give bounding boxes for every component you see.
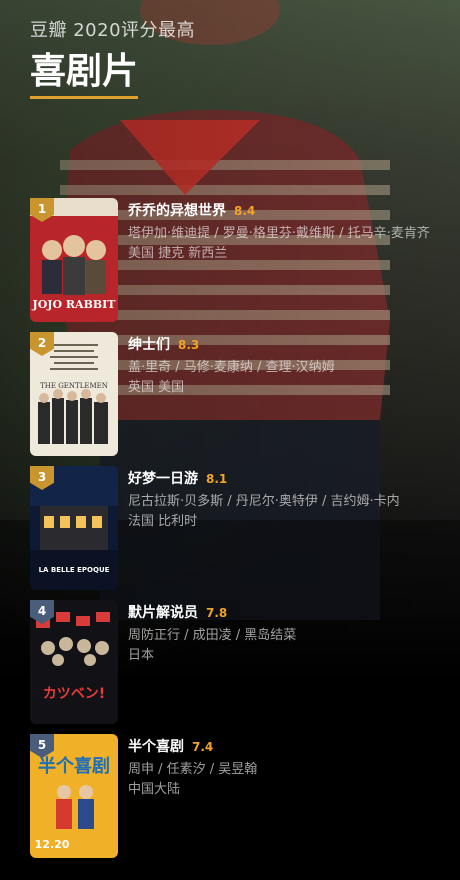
movie-info: 默片解说员 7.8 周防正行 / 成田凌 / 黑岛结菜 日本 bbox=[128, 602, 438, 666]
movie-title[interactable]: 半个喜剧 bbox=[128, 736, 184, 756]
movie-score: 8.4 bbox=[234, 204, 256, 218]
movie-score: 7.8 bbox=[206, 606, 228, 620]
movie-item[interactable]: THE GENTLEMEN 2 绅士们 8.3 盖·里奇 / 马修·麦康纳 / … bbox=[30, 332, 440, 456]
movie-cast: 尼古拉斯·贝多斯 / 丹尼尔·奥特伊 / 吉约姆·卡内 bbox=[128, 494, 400, 509]
movie-info: 乔乔的异想世界 8.4 塔伊加·维迪提 / 罗曼·格里芬·戴维斯 / 托马辛·麦… bbox=[128, 200, 438, 264]
movie-score: 8.1 bbox=[206, 472, 228, 486]
movie-countries: 法国 比利时 bbox=[128, 514, 198, 529]
movie-title[interactable]: 绅士们 bbox=[128, 334, 170, 354]
movie-item[interactable]: LA BELLE EPOQUE 3 好梦一日游 8.1 尼古拉斯·贝多斯 / 丹… bbox=[30, 466, 440, 590]
movie-cast: 盖·里奇 / 马修·麦康纳 / 查理·汉纳姆 bbox=[128, 360, 335, 375]
movie-item[interactable]: JOJO RABBIT 1 乔乔的异想世界 8.4 塔伊加·维迪提 / 罗曼·格… bbox=[30, 198, 440, 322]
movie-countries: 美国 捷克 新西兰 bbox=[128, 246, 228, 261]
movie-countries: 日本 bbox=[128, 648, 155, 663]
svg-text:カツベン!: カツベン! bbox=[43, 686, 105, 702]
movie-item[interactable]: カツベン! 4 默片解说员 7.8 周防正行 / 成田凌 / 黑岛结菜 日本 bbox=[30, 600, 440, 724]
movie-cast: 塔伊加·维迪提 / 罗曼·格里芬·戴维斯 / 托马辛·麦肯齐 bbox=[128, 226, 430, 241]
svg-text:THE GENTLEMEN: THE GENTLEMEN bbox=[40, 382, 108, 390]
svg-text:LA BELLE EPOQUE: LA BELLE EPOQUE bbox=[39, 566, 110, 574]
movie-countries: 中国大陆 bbox=[128, 782, 181, 797]
movie-cast: 周防正行 / 成田凌 / 黑岛结菜 bbox=[128, 628, 297, 643]
movie-info: 绅士们 8.3 盖·里奇 / 马修·麦康纳 / 查理·汉纳姆 英国 美国 bbox=[128, 334, 438, 398]
movie-title[interactable]: 乔乔的异想世界 bbox=[128, 200, 226, 220]
movie-cast: 周申 / 任素汐 / 吴昱翰 bbox=[128, 762, 258, 777]
page-title: 喜剧片 bbox=[30, 50, 139, 99]
movie-title[interactable]: 好梦一日游 bbox=[128, 468, 198, 488]
movie-score: 7.4 bbox=[192, 740, 214, 754]
svg-text:JOJO RABBIT: JOJO RABBIT bbox=[31, 298, 116, 311]
movie-info: 半个喜剧 7.4 周申 / 任素汐 / 吴昱翰 中国大陆 bbox=[128, 736, 438, 800]
page-header: 豆瓣 2020评分最高 喜剧片 bbox=[30, 16, 195, 99]
movie-countries: 英国 美国 bbox=[128, 380, 185, 395]
svg-text:半个喜剧: 半个喜剧 bbox=[38, 755, 110, 777]
page-subtitle: 豆瓣 2020评分最高 bbox=[30, 20, 196, 41]
svg-text:12.20: 12.20 bbox=[35, 838, 70, 851]
movie-info: 好梦一日游 8.1 尼古拉斯·贝多斯 / 丹尼尔·奥特伊 / 吉约姆·卡内 法国… bbox=[128, 468, 438, 532]
movie-item[interactable]: 半个喜剧 12.20 5 半个喜剧 7.4 周申 / 任素汐 / 吴昱翰 中国大… bbox=[30, 734, 440, 858]
movie-score: 8.3 bbox=[178, 338, 200, 352]
movie-title[interactable]: 默片解说员 bbox=[128, 602, 198, 622]
